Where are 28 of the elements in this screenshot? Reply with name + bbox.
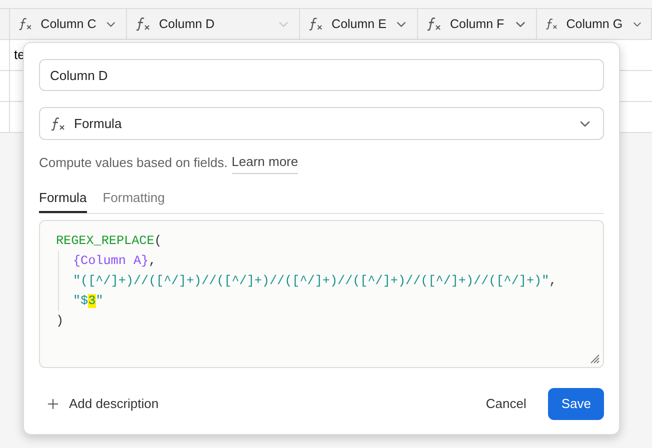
code-line: REGEX_REPLACE( bbox=[56, 233, 162, 250]
code-line: ) bbox=[56, 313, 64, 330]
type-dropdown[interactable]: Formula bbox=[39, 107, 604, 140]
formula-icon bbox=[308, 17, 324, 31]
cancel-button[interactable]: Cancel bbox=[474, 388, 538, 420]
resize-handle-icon[interactable] bbox=[590, 354, 600, 364]
plus-icon bbox=[45, 396, 61, 412]
tab[interactable]: Formatting bbox=[102, 188, 165, 213]
code-line: "$3" bbox=[72, 293, 104, 310]
code-line: {Column A}, bbox=[72, 253, 156, 270]
save-button[interactable]: Save bbox=[548, 388, 604, 420]
formula-editor[interactable]: REGEX_REPLACE( {Column A}, "([^/]+)//([^/]+)//([^/]+)//([^/]+)//([^/]+)//([^/]+)//([^/]+)", "$3" ) bbox=[39, 220, 604, 368]
column-header[interactable]: Column G bbox=[537, 9, 652, 39]
name-field[interactable]: Column D bbox=[39, 59, 604, 91]
formula-icon bbox=[545, 17, 558, 31]
formula-icon bbox=[135, 17, 151, 31]
code-line: "([^/]+)//([^/]+)//([^/]+)//([^/]+)//([^/]+)//([^/]+)//([^/]+)", bbox=[72, 273, 557, 290]
tab[interactable]: Formula bbox=[39, 188, 87, 213]
column-header[interactable]: Column C bbox=[10, 9, 127, 39]
column-header[interactable]: Column E bbox=[300, 9, 418, 39]
formula-icon bbox=[50, 116, 66, 130]
add-description-button[interactable]: Add description bbox=[39, 394, 165, 414]
help-text: Compute values based on fields. bbox=[39, 154, 228, 172]
formula-icon bbox=[426, 17, 442, 31]
learn-more-link[interactable]: Learn more bbox=[232, 152, 298, 174]
formula-icon bbox=[18, 17, 33, 31]
column-header[interactable]: Column D bbox=[127, 9, 300, 39]
column-header[interactable]: Column F bbox=[418, 9, 537, 39]
